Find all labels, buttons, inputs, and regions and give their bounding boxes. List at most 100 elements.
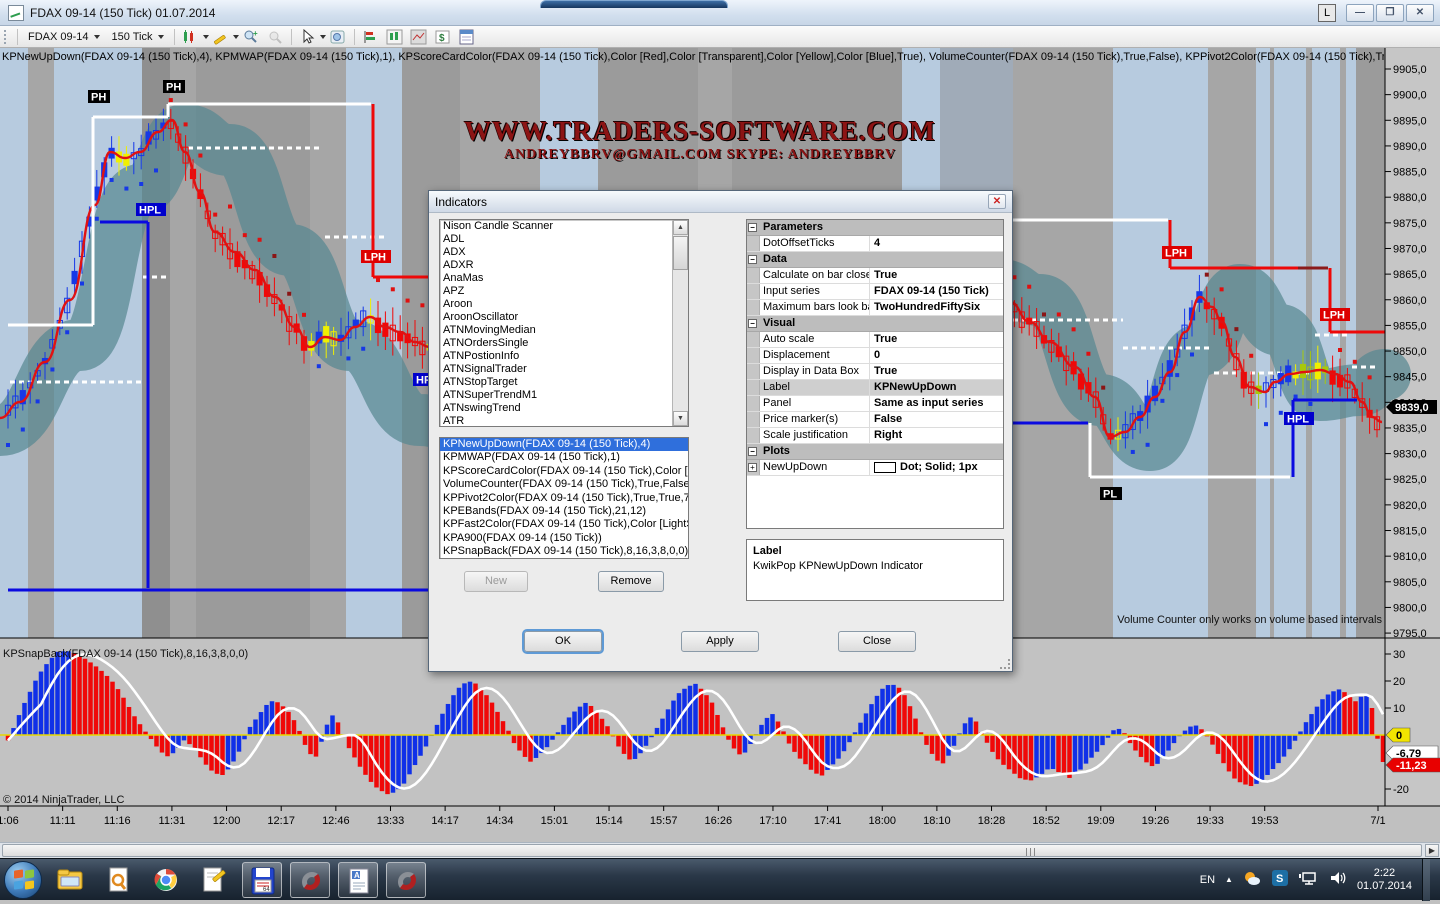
property-category[interactable]: −Visual	[747, 316, 1003, 332]
dialog-close-icon[interactable]: ✕	[988, 194, 1006, 209]
available-indicator-item[interactable]: AnaMas	[440, 272, 688, 285]
available-indicator-item[interactable]: ADXR	[440, 259, 688, 272]
bars-icon[interactable]	[361, 28, 381, 46]
skype-icon[interactable]: S	[1271, 870, 1289, 889]
property-row[interactable]: Display in Data BoxTrue	[747, 364, 1003, 380]
property-row[interactable]: DotOffsetTicks4	[747, 236, 1003, 252]
new-button[interactable]: New	[464, 571, 528, 592]
chevron-down-icon[interactable]	[320, 35, 326, 39]
chevron-down-icon[interactable]	[233, 35, 239, 39]
notepad-icon[interactable]	[194, 862, 234, 898]
ok-button[interactable]: OK	[524, 631, 602, 652]
configured-indicator-item[interactable]: KPMWAP(FDAX 09-14 (150 Tick),1)	[440, 451, 688, 464]
zoom-in-icon[interactable]: +	[241, 28, 261, 46]
toolbar-grip[interactable]	[4, 30, 9, 44]
window-titlebar[interactable]: FDAX 09-14 (150 Tick) 01.07.2014 L — ❐ ✕	[0, 0, 1440, 26]
configured-indicator-item[interactable]: KPNewUpDown(FDAX 09-14 (150 Tick),4)	[440, 438, 688, 451]
start-button[interactable]	[4, 861, 42, 899]
available-indicator-item[interactable]: ATNswingTrend	[440, 402, 688, 415]
property-row[interactable]: Calculate on bar closeTrue	[747, 268, 1003, 284]
background-window-tab[interactable]	[540, 0, 728, 8]
configured-indicators-list[interactable]: KPNewUpDown(FDAX 09-14 (150 Tick),4)KPMW…	[439, 437, 689, 559]
property-category[interactable]: −Data	[747, 252, 1003, 268]
available-indicator-item[interactable]: ATNSuperTrendM1	[440, 389, 688, 402]
network-icon[interactable]	[1299, 870, 1319, 889]
scroll-up-icon[interactable]: ▲	[673, 220, 688, 235]
chart-style-icon[interactable]	[181, 28, 201, 46]
indicators-dialog[interactable]: Indicators ✕ Nison Candle ScannerADLADXA…	[428, 190, 1013, 672]
available-indicator-item[interactable]: AroonOscillator	[440, 311, 688, 324]
collapse-icon[interactable]: −	[748, 319, 757, 328]
floppy-64-icon[interactable]: 64	[242, 862, 282, 898]
instrument-link-button[interactable]: L	[1318, 4, 1336, 22]
document-a-icon[interactable]: A	[338, 862, 378, 898]
close-button[interactable]: ✕	[1406, 4, 1434, 22]
hscroll-thumb[interactable]	[2, 844, 1422, 857]
instrument-selector[interactable]: FDAX 09-14	[22, 28, 106, 46]
available-indicator-item[interactable]: APZ	[440, 285, 688, 298]
available-indicator-item[interactable]: ADX	[440, 246, 688, 259]
volume-icon[interactable]	[1329, 870, 1347, 889]
available-indicator-item[interactable]: ATNPostionInfo	[440, 350, 688, 363]
configured-indicator-item[interactable]: KPEBands(FDAX 09-14 (150 Tick),21,12)	[440, 505, 688, 518]
candles-panel-icon[interactable]	[385, 28, 405, 46]
property-category[interactable]: −Parameters	[747, 220, 1003, 236]
available-indicator-item[interactable]: Nison Candle Scanner	[440, 220, 688, 233]
dialog-titlebar[interactable]: Indicators ✕	[429, 191, 1012, 213]
expand-icon[interactable]: +	[748, 463, 757, 472]
available-indicator-item[interactable]: Aroon	[440, 298, 688, 311]
show-desktop-button[interactable]	[1422, 859, 1430, 901]
collapse-icon[interactable]: −	[748, 447, 757, 456]
restore-button[interactable]: ❐	[1376, 4, 1404, 22]
chart-hscrollbar[interactable]: ▶	[0, 842, 1440, 858]
language-indicator[interactable]: EN	[1200, 874, 1215, 886]
property-grid[interactable]: −ParametersDotOffsetTicks4−DataCalculate…	[746, 219, 1004, 529]
hscroll-right-icon[interactable]: ▶	[1425, 844, 1439, 857]
property-row[interactable]: +NewUpDownDot; Solid; 1px	[747, 460, 1003, 476]
chevron-down-icon[interactable]	[203, 35, 209, 39]
zoom-out-icon[interactable]	[265, 28, 285, 46]
property-row[interactable]: Scale justificationRight	[747, 428, 1003, 444]
properties-icon[interactable]	[457, 28, 477, 46]
plot-color-swatch[interactable]	[874, 462, 896, 473]
configured-indicator-item[interactable]: KPSnapBack(FDAX 09-14 (150 Tick),8,16,3,…	[440, 545, 688, 558]
weather-icon[interactable]	[1243, 870, 1261, 889]
property-row[interactable]: Auto scaleTrue	[747, 332, 1003, 348]
property-row[interactable]: PanelSame as input series	[747, 396, 1003, 412]
configured-indicator-item[interactable]: KPFast2Color(FDAX 09-14 (150 Tick),Color…	[440, 518, 688, 531]
chrome-icon[interactable]	[146, 862, 186, 898]
close-button[interactable]: Close	[838, 631, 916, 652]
tray-expand-icon[interactable]: ▲	[1225, 875, 1233, 884]
configured-indicator-item[interactable]: KPA900(FDAX 09-14 (150 Tick))	[440, 532, 688, 545]
available-indicator-item[interactable]: ATNMovingMedian	[440, 324, 688, 337]
available-indicator-item[interactable]: ADL	[440, 233, 688, 246]
search-doc-icon[interactable]	[98, 862, 138, 898]
apply-button[interactable]: Apply	[681, 631, 759, 652]
available-indicator-item[interactable]: ATR	[440, 415, 688, 427]
ninjatrader-icon[interactable]	[290, 862, 330, 898]
available-indicator-item[interactable]: ATNSignalTrader	[440, 363, 688, 376]
property-row[interactable]: Maximum bars look backTwoHundredFiftySix	[747, 300, 1003, 316]
property-row[interactable]: Price marker(s)False	[747, 412, 1003, 428]
dollar-icon[interactable]: $	[433, 28, 453, 46]
ninjatrader2-icon[interactable]	[386, 862, 426, 898]
available-indicators-list[interactable]: Nison Candle ScannerADLADXADXRAnaMasAPZA…	[439, 219, 689, 427]
available-indicator-item[interactable]: ATNStopTarget	[440, 376, 688, 389]
remove-button[interactable]: Remove	[598, 571, 664, 592]
explorer-icon[interactable]	[50, 862, 90, 898]
scroll-thumb[interactable]	[673, 236, 688, 270]
configured-indicator-item[interactable]: KPPivot2Color(FDAX 09-14 (150 Tick),True…	[440, 492, 688, 505]
collapse-icon[interactable]: −	[748, 255, 757, 264]
resize-grip[interactable]	[1000, 659, 1010, 669]
collapse-icon[interactable]: −	[748, 223, 757, 232]
configured-indicator-item[interactable]: KPScoreCardColor(FDAX 09-14 (150 Tick),C…	[440, 465, 688, 478]
cursor-icon[interactable]	[298, 28, 318, 46]
clock[interactable]: 2:22 01.07.2014	[1357, 867, 1412, 893]
interval-selector[interactable]: 150 Tick	[106, 28, 170, 46]
drawing-pencil-icon[interactable]	[211, 28, 231, 46]
scrollbar[interactable]: ▲ ▼	[672, 220, 688, 426]
property-row[interactable]: LabelKPNewUpDown	[747, 380, 1003, 396]
available-indicator-item[interactable]: ATNOrdersSingle	[440, 337, 688, 350]
scroll-down-icon[interactable]: ▼	[673, 411, 688, 426]
property-row[interactable]: Input seriesFDAX 09-14 (150 Tick)	[747, 284, 1003, 300]
